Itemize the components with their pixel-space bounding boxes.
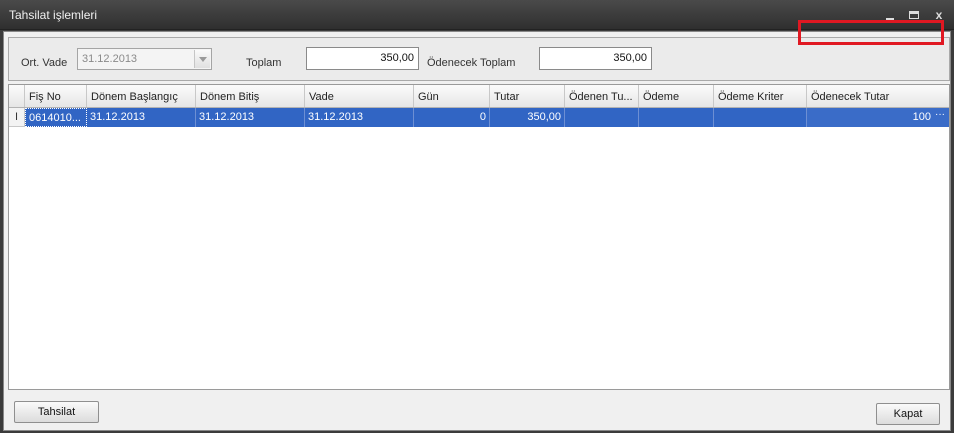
maximize-glyph (909, 11, 919, 19)
window-title: Tahsilat işlemleri (9, 8, 98, 22)
table-row[interactable]: I 0614010... 31.12.2013 31.12.2013 31.12… (9, 108, 949, 127)
column-header-odeme[interactable]: Ödeme (639, 85, 714, 107)
cell-tutar[interactable]: 350,00 (490, 108, 565, 127)
tahsilat-window: Tahsilat işlemleri x Ort. Vade 31.12.201… (0, 0, 954, 433)
column-header-odenen-tutar[interactable]: Ödenen Tu... (565, 85, 639, 107)
ort-vade-label: Ort. Vade (21, 57, 68, 69)
header-indicator-cell (9, 85, 25, 107)
minimize-glyph (886, 18, 894, 20)
cell-odenen-tutar[interactable] (565, 108, 639, 127)
column-header-fis-no[interactable]: Fiş No (25, 85, 87, 107)
cell-fis-no[interactable]: 0614010... (25, 108, 87, 127)
tahsilat-button[interactable]: Tahsilat (14, 401, 99, 423)
cell-donem-bitis[interactable]: 31.12.2013 (196, 108, 305, 127)
toplam-label: Toplam (246, 57, 282, 69)
cell-gun[interactable]: 0 (414, 108, 490, 127)
kapat-button[interactable]: Kapat (876, 403, 940, 425)
cell-odeme-kriter[interactable] (714, 108, 807, 127)
odenecek-toplam-label: Ödenecek Toplam (427, 57, 516, 69)
filter-panel: Ort. Vade 31.12.2013 Toplam 350,00 Ödene… (8, 37, 950, 81)
chevron-down-icon[interactable] (194, 50, 210, 68)
minimize-icon[interactable] (880, 6, 900, 24)
column-header-vade[interactable]: Vade (305, 85, 414, 107)
ort-vade-combo[interactable]: 31.12.2013 (77, 48, 212, 70)
title-bar[interactable]: Tahsilat işlemleri x (0, 0, 954, 30)
column-header-tutar[interactable]: Tutar (490, 85, 565, 107)
column-header-donem-baslangic[interactable]: Dönem Başlangıç (87, 85, 196, 107)
column-header-gun[interactable]: Gün (414, 85, 490, 107)
odenecek-toplam-field[interactable]: 350,00 (539, 47, 652, 70)
cell-odenecek-tutar-editor[interactable]: 100 ··· (807, 108, 949, 127)
cell-odeme[interactable] (639, 108, 714, 127)
maximize-icon[interactable] (904, 6, 924, 24)
ort-vade-value: 31.12.2013 (82, 53, 138, 65)
column-header-donem-bitis[interactable]: Dönem Bitiş (196, 85, 305, 107)
toplam-field[interactable]: 350,00 (306, 47, 419, 70)
ellipsis-icon[interactable]: ··· (933, 110, 947, 124)
cell-donem-baslangic[interactable]: 31.12.2013 (87, 108, 196, 127)
column-header-odeme-kriter[interactable]: Ödeme Kriter (714, 85, 807, 107)
close-icon[interactable]: x (929, 6, 949, 24)
dialog-body: Ort. Vade 31.12.2013 Toplam 350,00 Ödene… (3, 31, 951, 431)
row-indicator[interactable]: I (9, 108, 25, 127)
grid-header: Fiş No Dönem Başlangıç Dönem Bitiş Vade … (9, 85, 949, 108)
odenecek-tutar-value[interactable]: 100 (913, 111, 931, 123)
tahsilat-grid[interactable]: Fiş No Dönem Başlangıç Dönem Bitiş Vade … (8, 84, 950, 390)
column-header-odenecek-tutar[interactable]: Ödenecek Tutar (807, 85, 949, 107)
cell-vade[interactable]: 31.12.2013 (305, 108, 414, 127)
